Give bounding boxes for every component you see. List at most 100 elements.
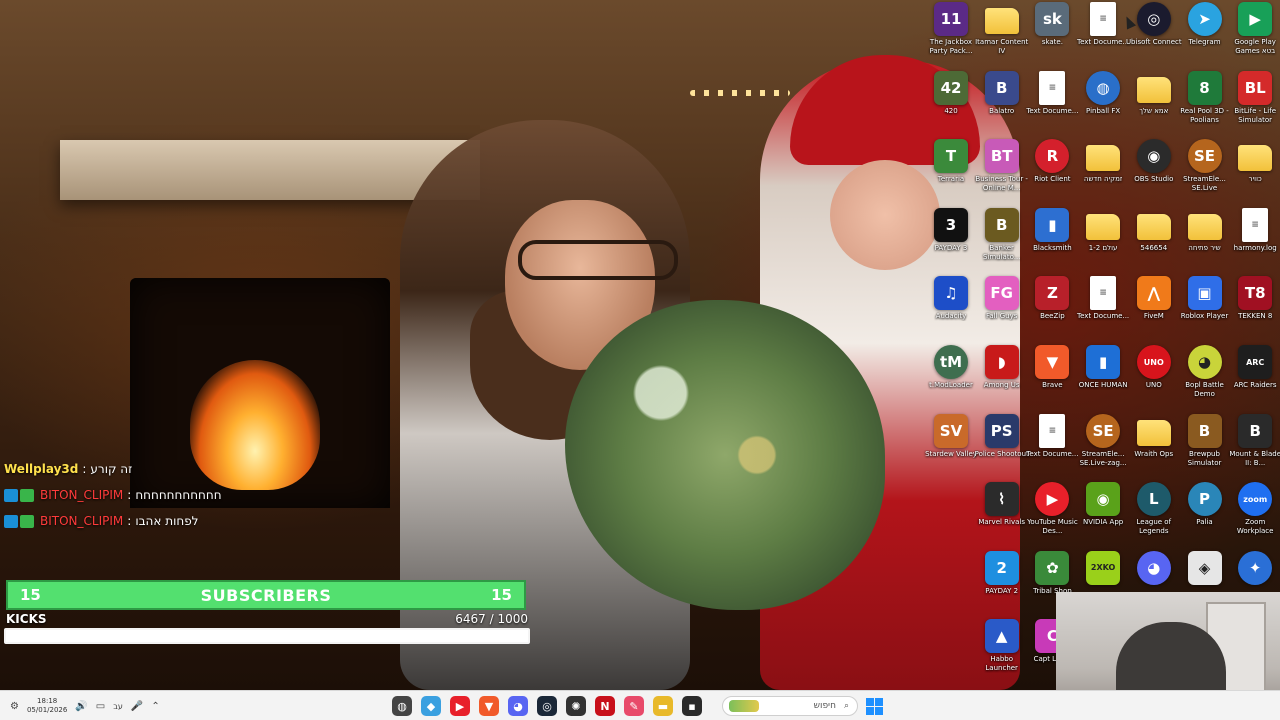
- desktop-shortcut[interactable]: FG Fall Guys: [976, 276, 1028, 342]
- desktop-shortcut[interactable]: BT Business Tour - Online M...: [975, 139, 1028, 205]
- desktop-shortcut[interactable]: tM t.ModLoader: [925, 345, 977, 411]
- terminal-icon[interactable]: ▪: [682, 696, 702, 716]
- chevron-up-icon[interactable]: ⌃: [151, 701, 159, 712]
- desktop-shortcut-label: Palia: [1196, 518, 1213, 527]
- desktop-shortcut[interactable]: 11 The Jackbox Party Pack...: [925, 2, 977, 68]
- desktop-shortcut[interactable]: zoom Zoom Workplace: [1229, 482, 1280, 548]
- desktop-shortcut[interactable]: 8 Real Pool 3D - Poolians: [1179, 70, 1231, 137]
- desktop-shortcut[interactable]: ≡ harmony.log: [1229, 207, 1280, 274]
- desktop-shortcut-label: FiveM: [1143, 312, 1164, 321]
- desktop-shortcut-label: זמקיה חדשה: [1083, 175, 1123, 184]
- desktop-shortcut[interactable]: B Balatro: [976, 70, 1028, 137]
- windows-logo-tile: [866, 698, 874, 706]
- paint-icon[interactable]: ✎: [624, 696, 644, 716]
- chat-username: BITON_CLIPIM: [40, 514, 124, 528]
- start-button[interactable]: [866, 698, 883, 715]
- desktop-shortcut[interactable]: sk skate.: [1026, 2, 1078, 68]
- subscriber-badge-icon: [20, 488, 34, 502]
- desktop-shortcut[interactable]: ▲ Habbo Launcher: [976, 619, 1028, 685]
- desktop-shortcut[interactable]: L League of Legends: [1128, 482, 1180, 548]
- desktop-shortcut[interactable]: 1-2 עולם: [1077, 208, 1129, 274]
- desktop-shortcut-label: Fall Guys: [985, 312, 1018, 321]
- desktop-shortcut[interactable]: T Terraria: [925, 139, 977, 205]
- desktop-shortcut[interactable]: B Brewpub Simulator: [1179, 413, 1231, 480]
- desktop-shortcut[interactable]: זמקיה חדשה: [1077, 139, 1129, 205]
- desktop-shortcut[interactable]: 2 PAYDAY 2: [976, 550, 1028, 617]
- desktop-shortcut[interactable]: ◍ Pinball FX: [1077, 70, 1129, 137]
- payday3-icon: 3: [934, 207, 968, 242]
- desktop-shortcut[interactable]: 42 420: [925, 70, 977, 137]
- chat-text: זה קורע: [90, 462, 133, 476]
- taskbar-clock[interactable]: 18:18 05/01/2026: [27, 697, 67, 715]
- desktop-shortcut[interactable]: ▮ ONCE HUMAN: [1077, 345, 1129, 411]
- desktop-shortcut[interactable]: אמא שלך: [1128, 71, 1180, 137]
- desktop-shortcut[interactable]: ⋀ FiveM: [1128, 276, 1180, 342]
- wallpaper-lights: [690, 90, 790, 96]
- kicks-current: 6467: [455, 612, 486, 626]
- chatgpt-icon[interactable]: ✺: [566, 696, 586, 716]
- desktop-shortcut[interactable]: ➤ Telegram: [1179, 2, 1231, 68]
- desktop-shortcut[interactable]: כוויר: [1229, 139, 1280, 205]
- desktop-shortcut[interactable]: T8 TEKKEN 8: [1229, 276, 1280, 342]
- desktop-shortcut[interactable]: ◗ Among Us: [976, 345, 1028, 411]
- desktop-shortcut[interactable]: 3 PAYDAY 3: [925, 207, 977, 274]
- discord-icon[interactable]: ◕: [508, 696, 528, 716]
- volume-icon[interactable]: 🔊: [75, 701, 87, 712]
- desktop-shortcut-label: Roblox Player: [1180, 312, 1229, 321]
- folder-icon: [1136, 213, 1171, 240]
- chrome-icon[interactable]: ◍: [392, 696, 412, 716]
- desktop-shortcut[interactable]: ARC ARC Raiders: [1229, 345, 1280, 411]
- desktop-shortcut[interactable]: PS Police Shootout: [975, 413, 1029, 480]
- desktop-shortcut[interactable]: ◉ NVIDIA App: [1077, 482, 1129, 548]
- desktop-shortcut[interactable]: SE StreamEle... SE.Live-zag...: [1077, 413, 1129, 480]
- desktop-shortcut[interactable]: SV Stardew Valley: [925, 413, 977, 480]
- language-indicator[interactable]: עב: [113, 702, 123, 711]
- desktop-shortcut[interactable]: Wraith Ops: [1128, 414, 1180, 480]
- desktop-shortcut-label: 420: [944, 106, 958, 115]
- desktop-shortcut[interactable]: ≡ Text Docume...: [1026, 70, 1078, 137]
- network-icon[interactable]: ▭: [96, 701, 105, 712]
- media-player-icon[interactable]: ▶: [450, 696, 470, 716]
- taskbar-search[interactable]: חיפוש ⌕: [722, 696, 858, 716]
- folder-icon: [1238, 145, 1273, 172]
- desktop-shortcut[interactable]: ▶ Google Play Games בטא: [1229, 2, 1280, 68]
- desktop-shortcut[interactable]: ▮ Blacksmith: [1026, 207, 1078, 274]
- file-explorer-icon[interactable]: ▬: [653, 696, 673, 716]
- desktop-shortcut[interactable]: ◕ Bopl Battle Demo: [1179, 345, 1231, 411]
- desktop-shortcut[interactable]: Itamar Content IV: [975, 2, 1028, 68]
- vpn-app-icon[interactable]: ◆: [421, 696, 441, 716]
- netflix-icon[interactable]: N: [595, 696, 615, 716]
- brave-icon[interactable]: ▼: [479, 696, 499, 716]
- notification-bell-icon[interactable]: ⚙: [10, 701, 19, 712]
- desktop-shortcut[interactable]: UNO UNO: [1128, 345, 1180, 411]
- desktop-shortcut[interactable]: ◎ Ubisoft Connect: [1126, 2, 1182, 68]
- desktop-shortcut[interactable]: B Mount & Blade II: B...: [1229, 413, 1280, 480]
- desktop-shortcut[interactable]: ≡ Text Docume...: [1077, 276, 1129, 342]
- steam-icon[interactable]: ◎: [537, 696, 557, 716]
- beezip-icon: Z: [1035, 276, 1070, 311]
- desktop-shortcut[interactable]: 546654: [1128, 208, 1180, 274]
- desktop-shortcut[interactable]: Z BeeZip: [1026, 276, 1078, 342]
- desktop-shortcut[interactable]: SE StreamEle... SE.Live: [1179, 139, 1231, 205]
- desktop-shortcut-label: Marvel Rivals: [978, 518, 1026, 527]
- desktop-shortcut-label: NVIDIA App: [1082, 518, 1124, 527]
- desktop-shortcut[interactable]: ≡ Text Docume...: [1077, 2, 1129, 68]
- desktop-shortcut[interactable]: ▣ Roblox Player: [1179, 276, 1231, 342]
- folder-icon: [1136, 76, 1171, 103]
- desktop-shortcut-label: PAYDAY 3: [934, 243, 968, 252]
- bitlife-icon: BL: [1238, 70, 1273, 105]
- desktop-shortcut[interactable]: ▼ Brave: [1026, 345, 1078, 411]
- desktop-shortcut[interactable]: P Palia: [1179, 482, 1231, 548]
- desktop-shortcut[interactable]: ≡ Text Docume...: [1026, 413, 1078, 480]
- desktop-shortcut[interactable]: BL BitLife - Life Simulator: [1229, 70, 1280, 137]
- microphone-icon[interactable]: 🎤: [131, 701, 143, 712]
- terraria-icon: T: [934, 139, 968, 174]
- desktop-shortcut[interactable]: ♫ Audacity: [925, 276, 977, 342]
- desktop-shortcut[interactable]: R Riot Client: [1026, 139, 1078, 205]
- desktop-shortcut[interactable]: שיר פתיחה: [1179, 208, 1231, 274]
- desktop-shortcut[interactable]: ◉ OBS Studio: [1128, 139, 1180, 205]
- desktop-shortcut[interactable]: ⌇ Marvel Rivals: [976, 482, 1028, 548]
- desktop-shortcut[interactable]: B Banker Simulato...: [976, 207, 1028, 274]
- desktop-shortcut[interactable]: ▶ YouTube Music Des...: [1026, 482, 1078, 548]
- desktop-shortcut-label: skate.: [1041, 38, 1063, 46]
